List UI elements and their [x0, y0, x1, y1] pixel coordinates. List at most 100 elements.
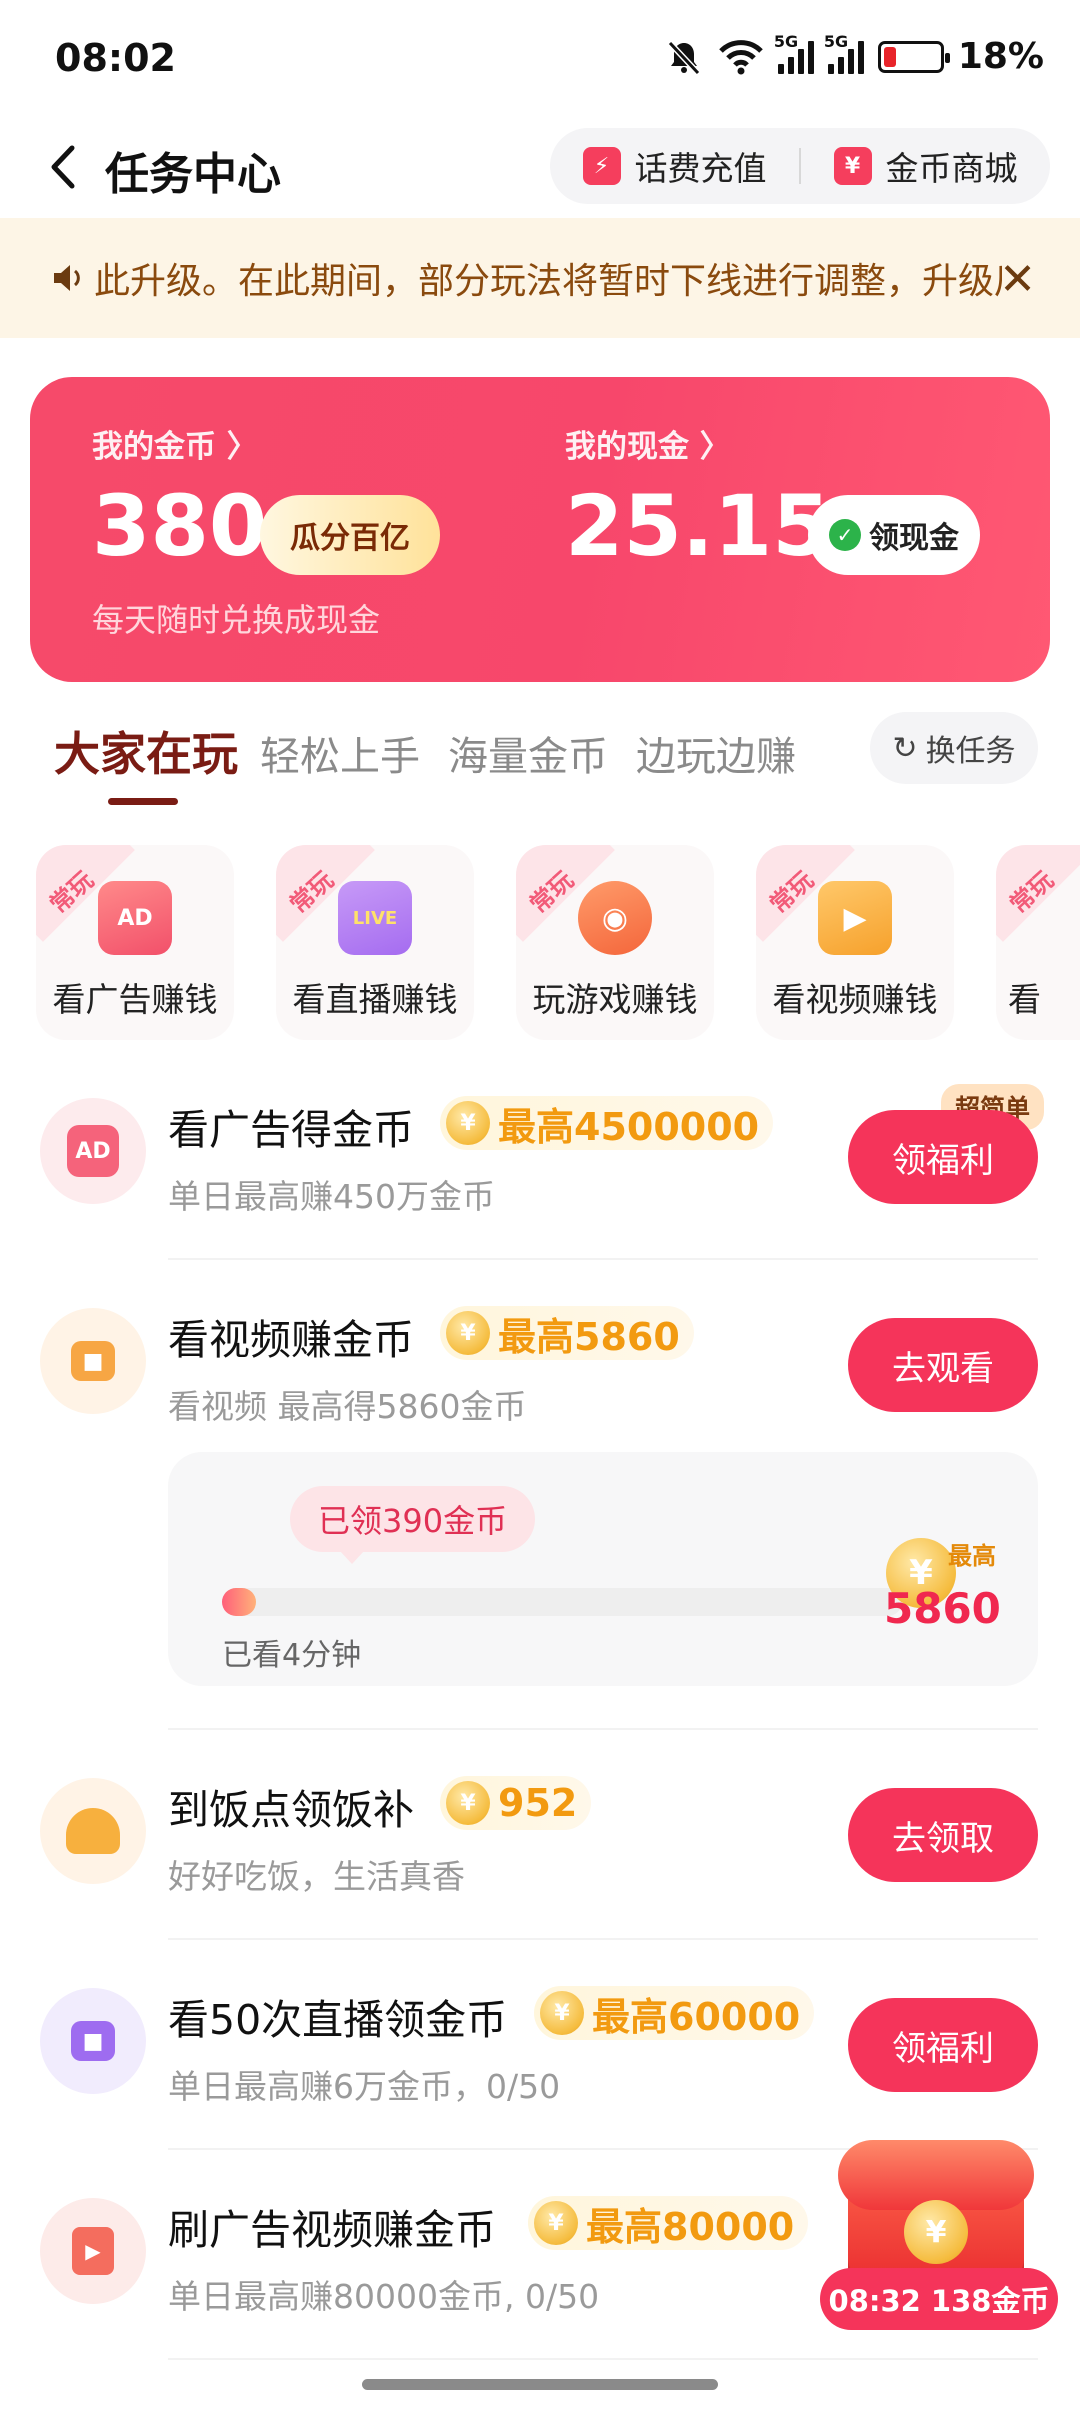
coin-mall-button[interactable]: ¥ 金币商城	[801, 128, 1050, 204]
progress-track	[222, 1588, 902, 1616]
coins-value: 380	[92, 477, 268, 575]
live-camera-icon: ■	[40, 1988, 146, 2094]
task-title: 到饭点领饭补	[168, 1786, 414, 1834]
claim-benefit-button[interactable]: 领福利	[848, 1110, 1038, 1204]
wallet-card: 我的金币 〉 380 瓜分百亿 我的现金 〉 25.15 ✓ 领现金 每天随时兑…	[30, 377, 1050, 682]
wallet-subtitle: 每天随时兑换成现金	[92, 601, 381, 639]
my-coins-label: 我的金币 〉	[92, 429, 258, 465]
coin-icon: ¥	[446, 1101, 490, 1145]
task-reward: ¥952	[440, 1776, 592, 1830]
divider	[168, 2358, 1038, 2360]
task-title: 看视频赚金币	[168, 1316, 414, 1364]
task-reward: ¥ 最高5860	[440, 1306, 694, 1360]
ad-icon: AD	[40, 1098, 146, 1204]
go-watch-button[interactable]: 去观看	[848, 1318, 1038, 1412]
chest-timer: 08:32 138金币	[820, 2268, 1058, 2330]
back-arrow-icon[interactable]	[40, 142, 90, 192]
reward-amount: 最高5860	[498, 1314, 680, 1359]
my-cash-label: 我的现金 〉	[565, 429, 731, 465]
watched-minutes: 已看4分钟	[222, 1638, 362, 1673]
quick-card-label: 看直播赚钱	[292, 980, 458, 1019]
live-tv-icon: LIVE	[338, 881, 412, 955]
lightning-icon: ⚡	[582, 147, 621, 185]
tab-underline	[108, 798, 178, 805]
status-bar: 08:02 5G 5G 18%	[0, 0, 1080, 120]
battery-percent: 18%	[957, 36, 1044, 77]
claim-benefit-button[interactable]: 领福利	[848, 1998, 1038, 2092]
cash-value: 25.15	[565, 477, 831, 575]
quick-card-live[interactable]: 常玩 LIVE 看直播赚钱	[276, 845, 474, 1040]
quick-card-videos[interactable]: 常玩 ▶ 看视频赚钱	[756, 845, 954, 1040]
gamepad-icon: ◉	[578, 881, 652, 955]
claimed-coins-bubble: 已领390金币	[290, 1486, 536, 1564]
speaker-icon	[54, 265, 80, 291]
quick-card-games[interactable]: 常玩 ◉ 玩游戏赚钱	[516, 845, 714, 1040]
divider	[168, 1728, 1038, 1730]
coin-mall-label: 金币商城	[885, 149, 1018, 188]
reward-amount: 最高60000	[592, 1994, 801, 2039]
coin-icon: ¥	[904, 2200, 968, 2264]
my-coins-link[interactable]: 我的金币 〉	[92, 421, 258, 466]
close-icon[interactable]: ✕	[999, 254, 1036, 305]
status-icons: 5G 5G 18%	[664, 32, 1044, 77]
max-label: 最高	[948, 1542, 996, 1570]
quick-card-label: 玩游戏赚钱	[532, 980, 698, 1019]
swap-tasks-label: 换任务	[925, 734, 1016, 769]
header-actions: ⚡ 话费充值 ¥ 金币商城	[550, 128, 1050, 204]
task-reward: ¥ 最高4500000	[440, 1096, 774, 1150]
quick-card-more[interactable]: 常玩 看	[996, 845, 1080, 1040]
max-value: 5860	[884, 1584, 1001, 1633]
camera-icon: ▶	[818, 881, 892, 955]
wechat-check-icon: ✓	[829, 519, 861, 551]
status-time: 08:02	[55, 36, 176, 80]
meal-icon	[40, 1778, 146, 1884]
task-subtitle: 好好吃饭，生活真香	[168, 1857, 465, 1896]
reward-amount: 最高80000	[586, 2204, 795, 2249]
quick-card-label: 看广告赚钱	[52, 980, 218, 1019]
task-reward: ¥ 最高60000	[534, 1986, 815, 2040]
refresh-icon: ↻	[892, 730, 918, 766]
withdraw-cash-button[interactable]: ✓ 领现金	[808, 495, 980, 575]
notice-bar: 此升级。在此期间，部分玩法将暂时下线进行调整，升级后 ✕	[0, 218, 1080, 338]
tab-easy[interactable]: 轻松上手	[260, 724, 420, 782]
withdraw-cash-label: 领现金	[869, 521, 959, 556]
play-video-icon: ▶	[40, 2198, 146, 2304]
progress-fill	[222, 1588, 256, 1616]
tab-many-coins[interactable]: 海量金币	[448, 724, 608, 782]
task-reward: ¥ 最高80000	[528, 2196, 809, 2250]
ad-tv-icon: AD	[98, 881, 172, 955]
notice-text: 此升级。在此期间，部分玩法将暂时下线进行调整，升级后	[94, 261, 1002, 302]
task-subtitle: 单日最高赚6万金币，0/50	[168, 2067, 561, 2106]
battery-icon	[877, 40, 950, 73]
swap-tasks-button[interactable]: ↻ 换任务	[870, 712, 1038, 784]
task-tabs: 大家在玩 轻松上手 海量金币 边玩边赚 ↻ 换任务	[0, 706, 1080, 816]
tab-play-earn[interactable]: 边玩边赚	[636, 724, 796, 782]
signal-5g-icon-2: 5G	[824, 32, 864, 74]
header: 任务中心 ⚡ 话费充值 ¥ 金币商城	[0, 120, 1080, 220]
page-title: 任务中心	[105, 149, 281, 200]
coin-icon: ¥	[534, 2201, 578, 2245]
task-title: 刷广告视频赚金币	[168, 2206, 496, 2254]
signal-5g-icon: 5G	[774, 32, 814, 74]
treasure-chest-widget[interactable]: ¥ 08:32 138金币	[820, 2140, 1060, 2335]
divider	[168, 1258, 1038, 1260]
reward-amount: 最高4500000	[498, 1104, 760, 1149]
task-subtitle: 看视频 最高得5860金币	[168, 1387, 527, 1426]
tab-popular[interactable]: 大家在玩	[54, 718, 238, 784]
ticket-icon: ¥	[833, 147, 872, 185]
quick-cards: 常玩 AD 看广告赚钱 常玩 LIVE 看直播赚钱 常玩 ◉ 玩游戏赚钱 常玩 …	[0, 845, 1080, 1045]
my-cash-link[interactable]: 我的现金 〉	[565, 421, 731, 466]
home-indicator[interactable]	[362, 2379, 718, 2390]
go-claim-button[interactable]: 去领取	[848, 1788, 1038, 1882]
quick-card-label: 看	[1008, 980, 1041, 1019]
recharge-button[interactable]: ⚡ 话费充值	[550, 128, 799, 204]
task-subtitle: 单日最高赚450万金币	[168, 1177, 495, 1216]
video-camera-icon: ■	[40, 1308, 146, 1414]
mute-bell-icon	[667, 40, 701, 75]
recharge-label: 话费充值	[634, 149, 767, 188]
quick-card-ads[interactable]: 常玩 AD 看广告赚钱	[36, 845, 234, 1040]
video-progress-panel: 已领390金币 已看4分钟 ¥ 最高 5860	[168, 1452, 1038, 1686]
task-title: 看广告得金币	[168, 1106, 414, 1154]
coin-icon: ¥	[446, 1781, 490, 1825]
split-billions-button[interactable]: 瓜分百亿	[260, 495, 440, 575]
